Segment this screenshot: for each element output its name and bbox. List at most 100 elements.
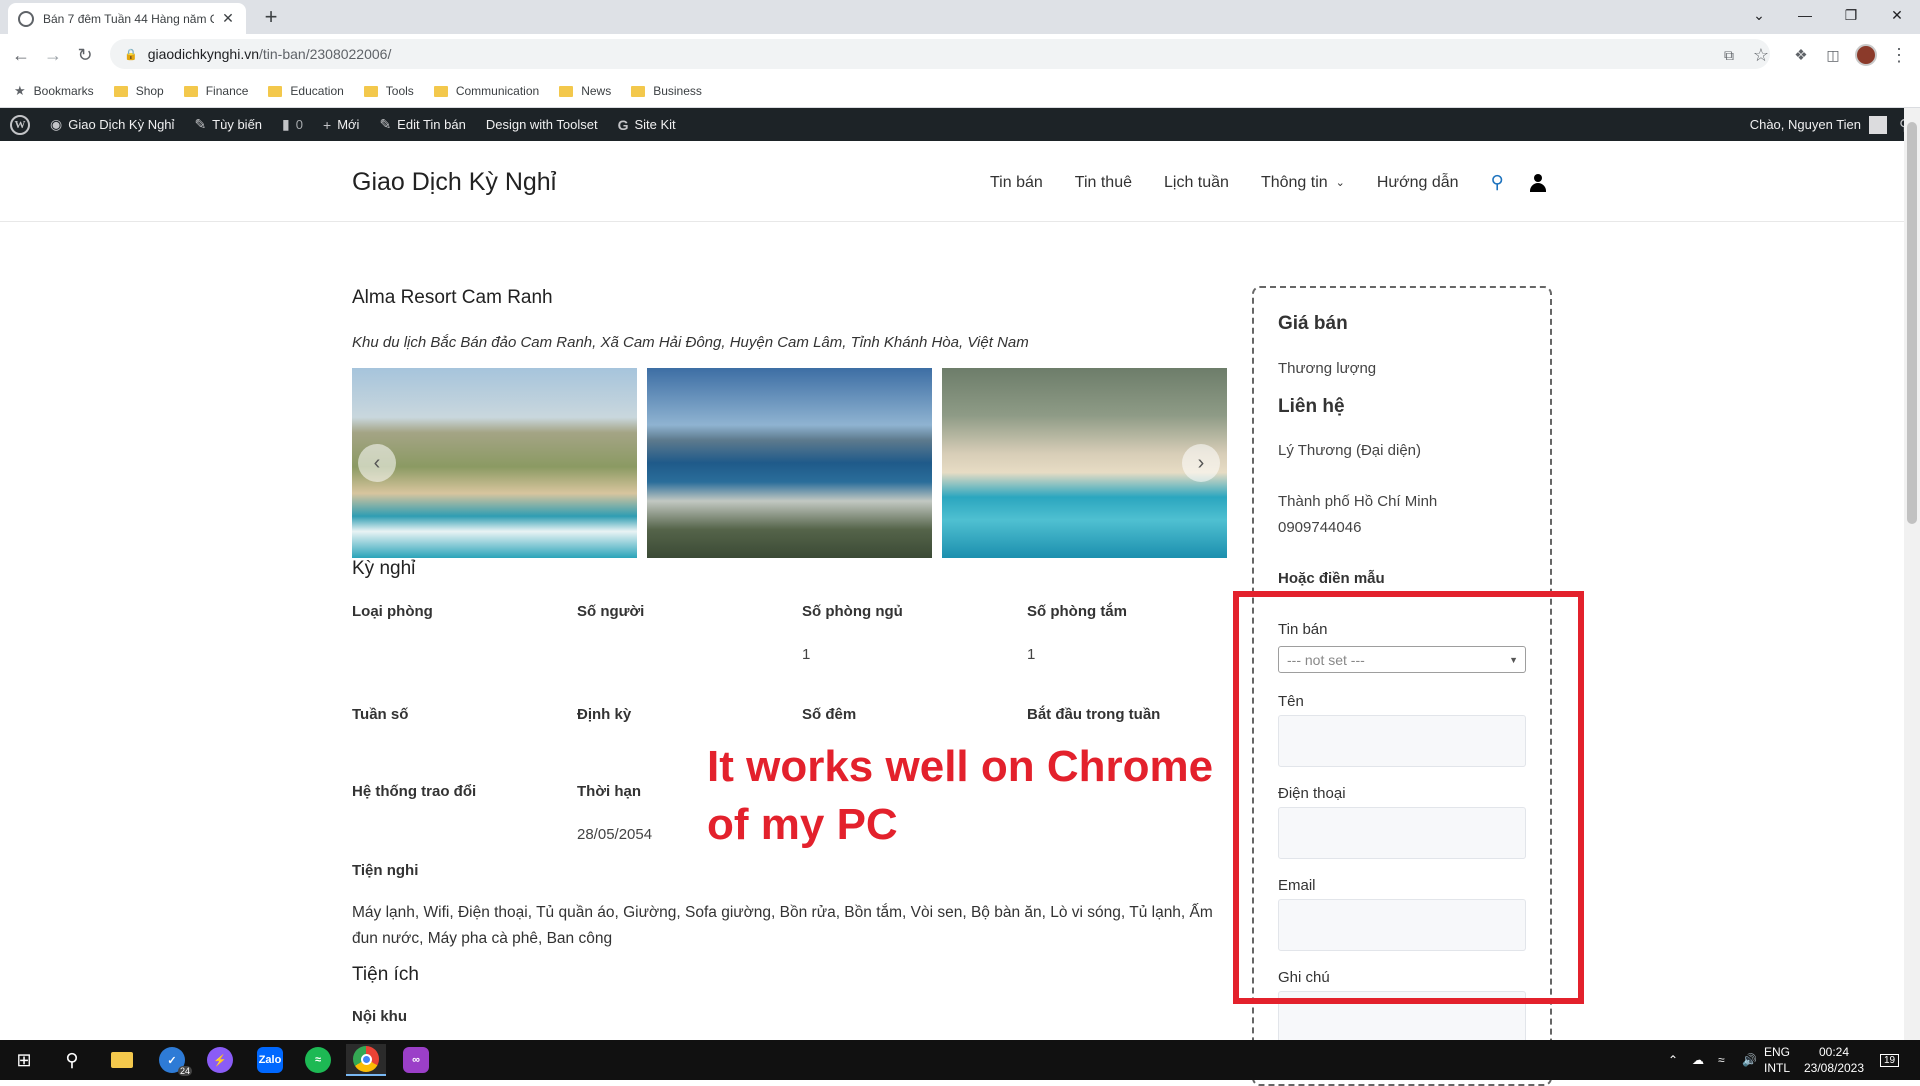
field-value: 1	[802, 646, 811, 663]
amenities-label: Tiện nghi	[352, 862, 419, 879]
clock[interactable]: 00:24 23/08/2023	[1802, 1044, 1866, 1076]
plus-icon: +	[323, 116, 332, 133]
lock-icon[interactable]: 🔒	[124, 48, 138, 61]
profile-avatar[interactable]	[1853, 42, 1879, 68]
notification-icon[interactable]: 19	[1880, 1040, 1900, 1080]
address-bar[interactable]: 🔒 giaodichkynghi.vn/tin-ban/2308022006/	[110, 39, 1770, 69]
folder-icon	[268, 85, 283, 97]
folder-icon	[433, 85, 448, 97]
bookmark-folder-news[interactable]: News	[559, 84, 611, 98]
dashboard-icon: ◉	[50, 116, 63, 132]
field-label: Số người	[577, 603, 645, 620]
zalo-icon[interactable]: Zalo	[250, 1044, 290, 1076]
price-heading: Giá bán	[1278, 313, 1348, 334]
volume-icon[interactable]: 🔊	[1742, 1040, 1757, 1080]
bookmark-bookmarks[interactable]: ★ Bookmarks	[14, 83, 94, 99]
language-indicator[interactable]: ENG INTL	[1764, 1044, 1790, 1076]
wordpress-icon: W	[10, 114, 30, 135]
tab-search-icon[interactable]: ⌄	[1736, 0, 1782, 30]
browser-tab-strip: Bán 7 đêm Tuần 44 Hàng năm Ca ✕ + ⌄ — ❐ …	[0, 0, 1920, 34]
messenger-icon[interactable]: ⚡	[200, 1044, 240, 1076]
contact-heading: Liên hệ	[1278, 396, 1345, 417]
folder-icon	[113, 85, 128, 97]
minimize-button[interactable]: —	[1782, 0, 1828, 30]
field-label: Số đêm	[802, 706, 857, 723]
menu-icon[interactable]: ⋮	[1886, 42, 1912, 68]
star-icon: ★	[14, 83, 26, 98]
windows-start-icon[interactable]: ⊞	[4, 1044, 44, 1076]
admin-edit-link[interactable]: ✎ Edit Tin bán	[369, 108, 475, 141]
nav-item-tin-thue[interactable]: Tin thuê	[1075, 174, 1132, 192]
section-heading-tien-ich: Tiện ích	[352, 964, 419, 985]
admin-sitekit-link[interactable]: G Site Kit	[608, 108, 686, 141]
field-value: 1	[1027, 646, 1036, 663]
admin-comments-link[interactable]: ▮ 0	[272, 108, 313, 141]
field-label: Thời hạn	[577, 783, 641, 800]
gallery-next-icon[interactable]: ›	[1182, 444, 1220, 482]
admin-toolset-link[interactable]: Design with Toolset	[476, 108, 608, 141]
spotify-icon[interactable]: ≈	[298, 1044, 338, 1076]
site-header: Giao Dịch Kỳ Nghỉ Tin bán Tin thuê Lịch …	[0, 141, 1904, 222]
nav-item-thong-tin[interactable]: Thông tin ⌄	[1261, 174, 1345, 192]
gallery-photo[interactable]	[647, 368, 932, 558]
url-path: /tin-ban/2308022006/	[259, 46, 392, 62]
contact-phone[interactable]: 0909744046	[1278, 519, 1361, 536]
browser-tab[interactable]: Bán 7 đêm Tuần 44 Hàng năm Ca ✕	[8, 3, 246, 34]
close-window-button[interactable]: ✕	[1874, 0, 1920, 30]
bookmark-folder-business[interactable]: Business	[631, 84, 702, 98]
reload-icon[interactable]: ↻	[72, 42, 98, 68]
restore-button[interactable]: ❐	[1828, 0, 1874, 30]
admin-new-link[interactable]: + Mới	[313, 108, 369, 141]
new-tab-button[interactable]: +	[258, 4, 284, 30]
chevron-down-icon: ⌄	[1335, 177, 1345, 189]
nav-item-lich-tuan[interactable]: Lịch tuần	[1164, 174, 1229, 192]
wifi-icon[interactable]: ≈	[1718, 1040, 1725, 1080]
bookmark-star-icon[interactable]: ☆	[1748, 42, 1774, 68]
main-nav: Tin bán Tin thuê Lịch tuần Thông tin ⌄ Hư…	[990, 172, 1546, 193]
search-icon[interactable]: ⚲	[1491, 172, 1504, 193]
brush-icon: ✎	[194, 116, 207, 132]
tray-chevron-icon[interactable]: ⌃	[1668, 1040, 1678, 1080]
field-label: Tuần số	[352, 706, 409, 723]
file-explorer-icon[interactable]	[102, 1044, 142, 1076]
google-g-icon: G	[617, 116, 629, 133]
bookmark-folder-finance[interactable]: Finance	[183, 84, 248, 98]
nav-item-tin-ban[interactable]: Tin bán	[990, 174, 1043, 192]
bookmark-folder-communication[interactable]: Communication	[433, 84, 539, 98]
annotation-text: It works well on Chrome of my PC	[707, 742, 1214, 849]
user-account-icon[interactable]	[1529, 173, 1546, 192]
url-host: giaodichkynghi.vn	[147, 46, 259, 62]
onedrive-icon[interactable]: ☁	[1692, 1040, 1704, 1080]
field-value: 28/05/2054	[577, 826, 653, 843]
page-scrollbar-thumb[interactable]	[1907, 122, 1917, 524]
admin-site-link[interactable]: ◉ Giao Dịch Kỳ Nghỉ	[40, 108, 184, 141]
admin-greeting[interactable]: Chào, Nguyen Tien	[1750, 117, 1861, 132]
site-title[interactable]: Giao Dịch Kỳ Nghỉ	[352, 168, 556, 197]
form-heading: Hoặc điền mẫu	[1278, 570, 1385, 587]
gallery-prev-icon[interactable]: ‹	[358, 444, 396, 482]
bookmark-folder-shop[interactable]: Shop	[113, 84, 164, 98]
search-taskbar-icon[interactable]: ⚲	[52, 1044, 92, 1076]
field-label: Định kỳ	[577, 706, 632, 723]
annotation-highlight-box	[1233, 591, 1584, 1004]
folder-icon	[631, 85, 646, 97]
field-label: Loại phòng	[352, 603, 433, 620]
app-taskbar-icon[interactable]: ∞	[396, 1044, 436, 1076]
admin-user-avatar[interactable]	[1869, 115, 1887, 134]
side-panel-icon[interactable]: ◫	[1820, 42, 1846, 68]
back-icon[interactable]: ←	[8, 42, 34, 68]
bookmark-folder-education[interactable]: Education	[268, 84, 344, 98]
forward-icon[interactable]: →	[40, 42, 66, 68]
extensions-icon[interactable]: ❖	[1788, 42, 1814, 68]
admin-customize-link[interactable]: ✎ Tùy biến	[184, 108, 272, 141]
bookmark-folder-tools[interactable]: Tools	[363, 84, 414, 98]
wp-admin-bar: W ◉ Giao Dịch Kỳ Nghỉ ✎ Tùy biến ▮ 0 + Mới ✎…	[0, 108, 1920, 141]
todo-app-icon[interactable]: ✓ 24	[152, 1044, 192, 1076]
price-value: Thương lượng	[1278, 360, 1377, 377]
comment-icon: ▮	[282, 116, 290, 132]
share-icon[interactable]: ⧉	[1716, 42, 1742, 68]
wp-logo-button[interactable]: W	[0, 108, 40, 141]
chrome-taskbar-icon[interactable]	[346, 1044, 386, 1076]
nav-item-huong-dan[interactable]: Hướng dẫn	[1377, 174, 1459, 192]
tab-close-icon[interactable]: ✕	[220, 10, 236, 27]
